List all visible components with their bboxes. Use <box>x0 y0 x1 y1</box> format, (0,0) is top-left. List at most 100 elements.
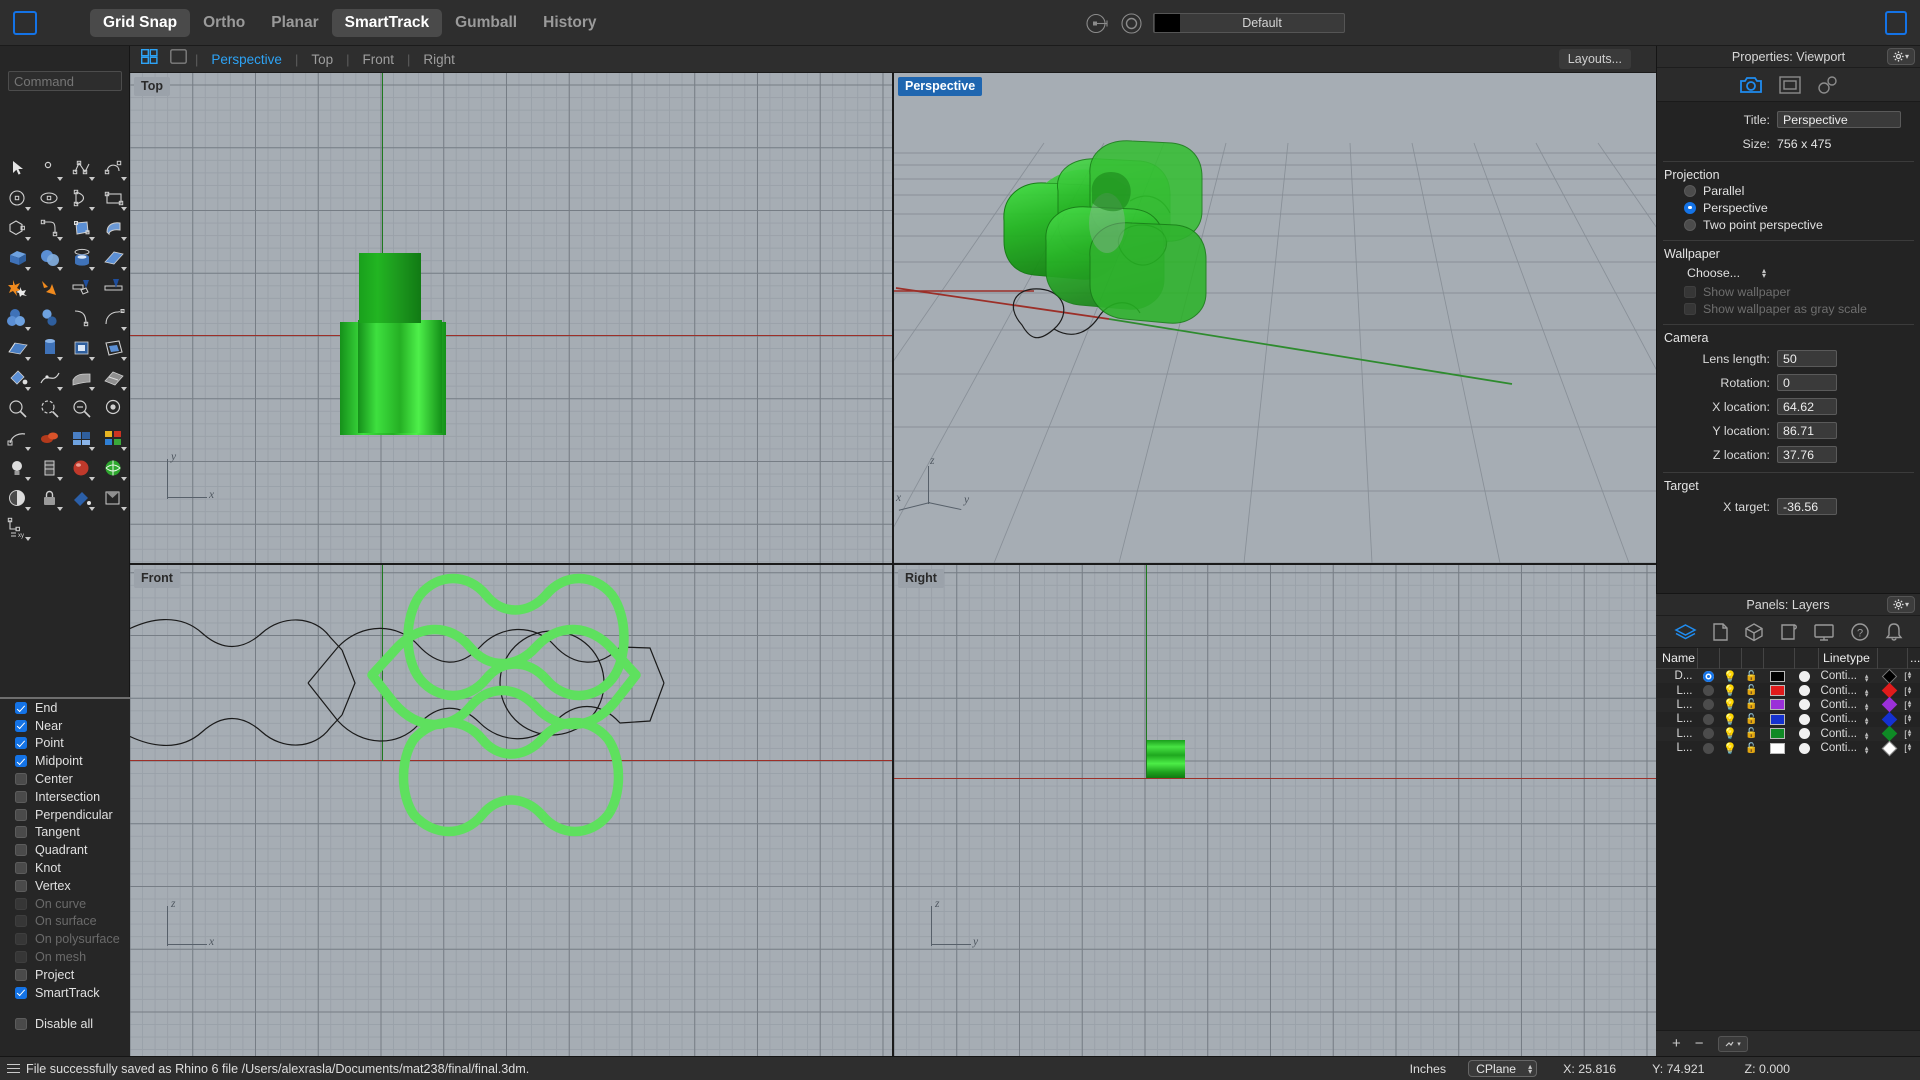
layer-visibility-toggle[interactable] <box>1697 670 1719 682</box>
layer-linetype[interactable]: Conti... <box>1817 685 1865 697</box>
column-more[interactable]: ... <box>1908 651 1920 665</box>
layers-gear-button[interactable]: ▾ <box>1887 596 1915 613</box>
right-panel-toggle-icon[interactable] <box>1885 11 1907 35</box>
layer-color-swatch[interactable] <box>1762 728 1793 740</box>
viewport-tab-top[interactable]: Top <box>306 52 338 67</box>
tool-zoom-window-icon[interactable] <box>98 393 129 423</box>
viewport-frame-icon[interactable] <box>1778 75 1801 95</box>
x-location-input[interactable] <box>1777 398 1837 415</box>
layer-color-swatch[interactable] <box>1762 699 1793 711</box>
layer-lock-icon[interactable]: 🔓 <box>1741 699 1763 710</box>
column-name[interactable]: Name <box>1656 647 1698 669</box>
layer-print-color[interactable] <box>1875 697 1905 713</box>
layer-lock-icon[interactable]: 🔓 <box>1741 714 1763 725</box>
table-row[interactable]: L... 💡 🔓 Conti... ▴ ▾ [▴ ▾ <box>1656 711 1920 727</box>
tool-render-icon[interactable] <box>34 423 65 453</box>
osnap-checkbox-tangent[interactable] <box>15 826 27 839</box>
tool-shaded-view-icon[interactable] <box>2 483 33 513</box>
osnap-item-smarttrack[interactable]: SmartTrack <box>0 984 130 1002</box>
layer-light-icon[interactable]: 💡 <box>1719 684 1741 697</box>
osnap-item-center[interactable]: Center <box>0 770 130 788</box>
layer-light-icon[interactable]: 💡 <box>1719 713 1741 726</box>
tool-shell-icon[interactable] <box>98 333 129 363</box>
table-row[interactable]: L... 💡 🔓 Conti... ▴ ▾ [▴ ▾ <box>1656 697 1920 713</box>
app-panel-toggle-icon[interactable] <box>13 10 37 35</box>
viewport-tab-front[interactable]: Front <box>358 52 400 67</box>
tool-rectangle-icon[interactable] <box>98 183 129 213</box>
layers-icon[interactable] <box>1673 622 1697 642</box>
layer-print-width[interactable]: [▴ ▾ <box>1904 670 1920 681</box>
osnap-item-tangent[interactable]: Tangent <box>0 824 130 842</box>
z-location-input[interactable] <box>1777 446 1837 463</box>
rotation-input[interactable] <box>1777 374 1837 391</box>
viewport-label-top[interactable]: Top <box>134 77 170 96</box>
layer-visibility-toggle[interactable] <box>1697 713 1719 725</box>
column-print-color[interactable] <box>1878 647 1908 669</box>
chevron-updown-icon[interactable]: ▴ ▾ <box>1762 267 1766 280</box>
tool-zoom-extents-icon[interactable] <box>66 393 97 423</box>
osnap-checkbox-intersection[interactable] <box>15 790 27 803</box>
table-row[interactable]: L... 💡 🔓 Conti... ▴ ▾ [▴ ▾ <box>1656 725 1920 742</box>
osnap-item-knot[interactable]: Knot <box>0 859 130 877</box>
layer-light-icon[interactable]: 💡 <box>1719 742 1741 755</box>
tool-revolve-icon[interactable] <box>34 333 65 363</box>
tool-layer-colors-icon[interactable] <box>98 423 129 453</box>
layer-print-width[interactable]: [▴ ▾ <box>1904 742 1920 753</box>
layer-lock-icon[interactable]: 🔓 <box>1741 743 1763 754</box>
tool-material-icon[interactable] <box>66 453 97 483</box>
command-input[interactable] <box>8 71 122 91</box>
cplane-selector[interactable]: CPlane ▴ ▾ <box>1468 1060 1538 1077</box>
layer-material-icon[interactable] <box>1793 699 1817 711</box>
viewport-tab-perspective[interactable]: Perspective <box>206 52 287 67</box>
tool-lock-icon[interactable] <box>34 483 65 513</box>
osnap-checkbox-end[interactable] <box>15 701 27 714</box>
osnap-checkbox-near[interactable] <box>15 719 27 732</box>
mode-toggle-planar[interactable]: Planar <box>258 9 331 37</box>
tool-cylinder-icon[interactable] <box>66 243 97 273</box>
layer-name[interactable]: L... <box>1656 713 1697 725</box>
layer-name[interactable]: D... <box>1656 670 1697 682</box>
tool-mesh-icon[interactable] <box>66 363 97 393</box>
layer-print-color[interactable] <box>1875 668 1905 684</box>
tool-cap-icon[interactable] <box>66 333 97 363</box>
layer-color-swatch[interactable] <box>1762 685 1793 697</box>
layer-name[interactable]: L... <box>1656 728 1697 740</box>
tool-light-icon[interactable] <box>2 453 33 483</box>
osnap-item-intersection[interactable]: Intersection <box>0 788 130 806</box>
osnap-checkbox-knot[interactable] <box>15 862 27 875</box>
tool-surface-from-curves-icon[interactable] <box>66 213 97 243</box>
tool-boolean-difference-icon[interactable] <box>34 303 65 333</box>
linetype-stepper[interactable]: ▴ ▾ <box>1865 727 1875 742</box>
column-lock[interactable] <box>1742 647 1764 669</box>
osnap-checkbox-midpoint[interactable] <box>15 755 27 768</box>
viewport-label-perspective[interactable]: Perspective <box>898 77 983 96</box>
tool-split-icon[interactable] <box>98 273 129 303</box>
table-row[interactable]: L... 💡 🔓 Conti... ▴ ▾ [▴ ▾ <box>1656 740 1920 756</box>
tool-dimension-icon[interactable] <box>34 453 65 483</box>
tool-arc-icon[interactable] <box>66 183 97 213</box>
osnap-checkbox-disable-all[interactable] <box>15 1018 27 1031</box>
osnap-checkbox-quadrant[interactable] <box>15 844 27 857</box>
projection-radio-perspective[interactable] <box>1684 201 1696 214</box>
tool-curve-edit-icon[interactable] <box>34 363 65 393</box>
column-material[interactable] <box>1795 647 1819 669</box>
viewport-front[interactable]: z x Front <box>130 565 892 1056</box>
layer-print-color[interactable] <box>1875 725 1905 742</box>
status-menu-icon[interactable] <box>7 1063 20 1074</box>
viewport-perspective[interactable]: z y x Perspective <box>894 73 1656 563</box>
layer-target-icon[interactable] <box>1119 11 1144 36</box>
viewport-tab-right[interactable]: Right <box>418 52 460 67</box>
viewport-label-front[interactable]: Front <box>134 569 180 588</box>
mode-toggle-smarttrack[interactable]: SmartTrack <box>331 8 443 37</box>
tool-offset-curve-icon[interactable] <box>66 303 97 333</box>
table-row[interactable]: L... 💡 🔓 Conti... ▴ ▾ [▴ ▾ <box>1656 682 1920 699</box>
tool-trim-icon[interactable] <box>66 273 97 303</box>
osnap-item-midpoint[interactable]: Midpoint <box>0 752 130 770</box>
layer-linetype[interactable]: Conti... <box>1817 728 1865 740</box>
table-row[interactable]: D... 💡 🔓 Conti... ▴ ▾ [▴ ▾ <box>1656 668 1920 684</box>
tool-more-options-icon[interactable] <box>98 483 129 513</box>
tool-sweep-surface-icon[interactable] <box>98 213 129 243</box>
layer-print-width[interactable]: [▴ ▾ <box>1904 713 1920 724</box>
osnap-item-point[interactable]: Point <box>0 735 130 753</box>
tool-paint-icon[interactable] <box>2 363 33 393</box>
